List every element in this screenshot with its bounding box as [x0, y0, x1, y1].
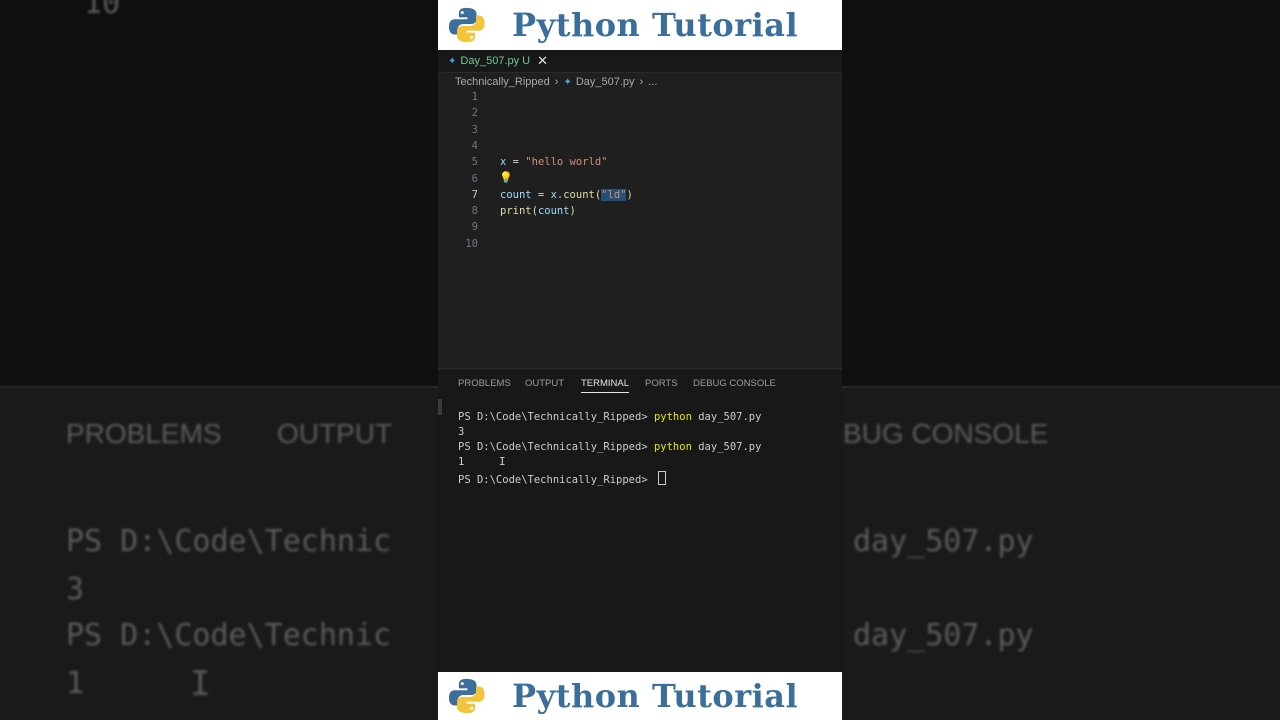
breadcrumb-folder[interactable]: Technically_Ripped [455, 76, 550, 88]
tab-filename: Day_507.py [460, 55, 520, 67]
terminal-command: python [653, 441, 692, 453]
code-token: count [500, 188, 532, 201]
background-prompt-2: PS D:\Code\Technic [66, 618, 392, 653]
code-token: ) [569, 205, 576, 218]
line-number: 10 [465, 237, 478, 250]
line-number: 2 [471, 107, 478, 120]
line-number: 1 [471, 91, 478, 103]
code-editor: ✦ Day_507.py U ✕ Technically_Ripped › ✦ … [438, 50, 842, 368]
terminal-argument: day_507.py [691, 411, 762, 423]
panel-sash[interactable] [438, 399, 442, 415]
terminal-line: 1 [458, 456, 465, 468]
terminal-line: PS D:\Code\Technically_Ripped> python da… [458, 411, 761, 423]
line-number: 5 [471, 156, 478, 169]
background-file-2: day_507.py [853, 618, 1034, 653]
code-line-5: x = "hello world" [500, 156, 607, 168]
background-output-2: 1 [66, 666, 85, 701]
line-number: 8 [471, 205, 478, 218]
background-output-1: 3 [66, 572, 85, 607]
tab-ports[interactable]: PORTS [645, 378, 678, 389]
lightbulb-icon[interactable]: 💡 [499, 171, 513, 184]
chevron-right-icon: › [554, 76, 559, 88]
code-token: = [506, 156, 526, 169]
background-line-number: 10 [84, 0, 121, 21]
terminal-line: PS D:\Code\Technically_Ripped> python da… [458, 441, 761, 453]
tab-terminal[interactable]: TERMINAL [581, 378, 630, 393]
background-text-cursor: I [190, 664, 211, 704]
code-token: "hello world" [525, 156, 608, 169]
terminal-command: python [653, 411, 692, 423]
background-tab-problems: PROBLEMS [66, 418, 222, 449]
code-line-8: print(count) [500, 205, 576, 217]
breadcrumb-file[interactable]: Day_507.py [576, 76, 635, 88]
selected-text: "ld" [601, 188, 627, 201]
python-file-icon: ✦ [563, 76, 572, 88]
panel-tabs: PROBLEMS OUTPUT TERMINAL PORTS DEBUG CON… [438, 369, 842, 399]
line-number: 6 [471, 172, 478, 185]
code-line-7: count = x.count("ld") [500, 188, 633, 201]
tab-problems[interactable]: PROBLEMS [458, 378, 511, 389]
bottom-panel: PROBLEMS OUTPUT TERMINAL PORTS DEBUG CON… [438, 368, 842, 673]
tab-debug-console[interactable]: DEBUG CONSOLE [693, 378, 776, 389]
terminal-argument: day_507.py [691, 441, 762, 453]
breadcrumb: Technically_Ripped › ✦ Day_507.py › ... [455, 74, 657, 90]
editor-tab-bar: ✦ Day_507.py U ✕ [438, 50, 842, 73]
terminal-cursor [657, 471, 666, 485]
line-number: 3 [471, 123, 478, 136]
terminal-prompt: PS D:\Code\Technically_Ripped> [458, 474, 654, 486]
tab-status-badge: U [522, 55, 531, 67]
code-token: = [531, 188, 551, 201]
code-token: count [563, 188, 595, 201]
background-file-1: day_507.py [853, 524, 1034, 559]
bottom-banner: Python Tutorial [438, 672, 842, 720]
code-token: print [500, 205, 532, 218]
python-logo-icon [448, 678, 485, 714]
terminal-line: PS D:\Code\Technically_Ripped> [458, 471, 666, 486]
banner-title: Python Tutorial [512, 677, 799, 715]
chevron-right-icon: › [639, 76, 644, 88]
breadcrumb-more[interactable]: ... [648, 76, 657, 88]
editor-tab[interactable]: ✦ Day_507.py U ✕ [448, 50, 548, 72]
tab-output[interactable]: OUTPUT [525, 378, 564, 389]
video-frame: Python Tutorial ✦ Day_507.py U ✕ Technic… [438, 0, 842, 720]
code-token: count [537, 205, 570, 218]
python-file-icon: ✦ [448, 55, 457, 67]
background-prompt-1: PS D:\Code\Technic [66, 524, 392, 559]
background-tab-output: OUTPUT [277, 418, 393, 449]
terminal-prompt: PS D:\Code\Technically_Ripped> [458, 441, 654, 453]
text-cursor-icon: I [499, 455, 506, 468]
close-icon[interactable]: ✕ [537, 53, 548, 69]
python-logo-icon [448, 7, 485, 43]
terminal-prompt: PS D:\Code\Technically_Ripped> [458, 411, 654, 423]
line-number-active: 7 [471, 188, 478, 201]
background-tab-debug-console: BUG CONSOLE [843, 418, 1049, 449]
line-number: 4 [471, 139, 478, 152]
top-banner: Python Tutorial [438, 0, 842, 50]
code-token: ) [626, 188, 633, 201]
line-number: 9 [471, 221, 478, 234]
terminal-line: 3 [458, 426, 465, 438]
banner-title: Python Tutorial [512, 6, 799, 44]
